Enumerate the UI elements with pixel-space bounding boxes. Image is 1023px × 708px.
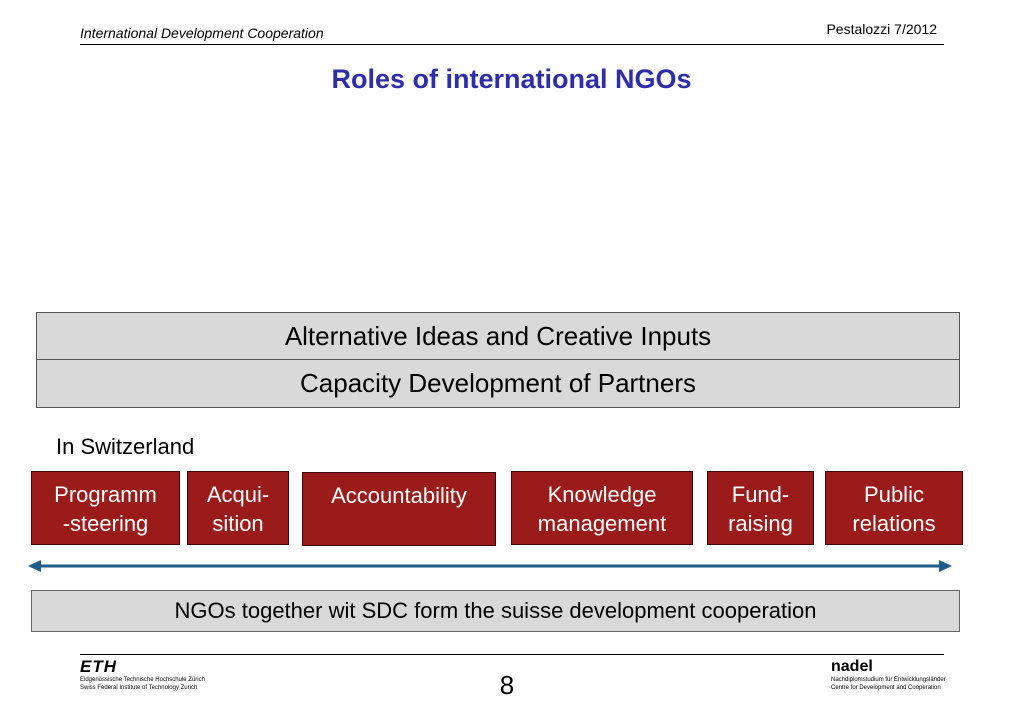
role-label-line2: management [537, 511, 667, 536]
role-label-line1: Public [864, 482, 924, 507]
role-label-line1: Knowledge [547, 482, 657, 507]
header-author-date: Pestalozzi 7/2012 [826, 21, 937, 37]
role-label-line1: Programm [54, 482, 157, 507]
summary-box: NGOs together wit SDC form the suisse de… [31, 590, 960, 632]
summary-text: NGOs together wit SDC form the suisse de… [174, 598, 817, 623]
header-divider [80, 44, 944, 45]
role-label-line2: -steering [62, 511, 149, 536]
role-label-line1: Acqui- [206, 482, 270, 507]
role-box-accountability: Accountability [302, 472, 496, 546]
role-label-line1: Accountability [331, 483, 467, 508]
role-label-line1: Fund- [731, 482, 790, 507]
nadel-logo-line1: Nachdiplomstudium für Entwicklungsländer [831, 677, 946, 683]
role-box-public-relations: Public relations [825, 471, 963, 545]
role-box-fundraising: Fund- raising [707, 471, 814, 545]
role-label-line2: sition [212, 511, 264, 536]
page-title: Roles of international NGOs [331, 64, 692, 94]
role-box-acquisition: Acqui- sition [187, 471, 289, 545]
role-box-label: Alternative Ideas and Creative Inputs [284, 320, 712, 351]
nadel-logo-line2: Centre for Development and Cooperation [831, 685, 941, 691]
role-box-alternative-ideas: Alternative Ideas and Creative Inputs [36, 312, 960, 360]
role-box-label: Capacity Development of Partners [300, 368, 696, 398]
role-box-knowledge-management: Knowledge management [511, 471, 693, 545]
header-course-title: International Development Cooperation [80, 25, 324, 41]
switzerland-heading: In Switzerland [56, 434, 195, 459]
footer-divider [80, 654, 944, 655]
role-box-capacity-development: Capacity Development of Partners [36, 359, 960, 408]
role-label-line2: relations [852, 511, 936, 536]
nadel-logo: nadel Nachdiplomstudium für Entwicklungs… [831, 658, 971, 692]
role-label-line2: raising [728, 511, 793, 536]
role-box-programm-steering: Programm -steering [31, 471, 180, 545]
nadel-logo-mark: nadel [831, 658, 873, 675]
double-arrow-icon [28, 560, 952, 572]
